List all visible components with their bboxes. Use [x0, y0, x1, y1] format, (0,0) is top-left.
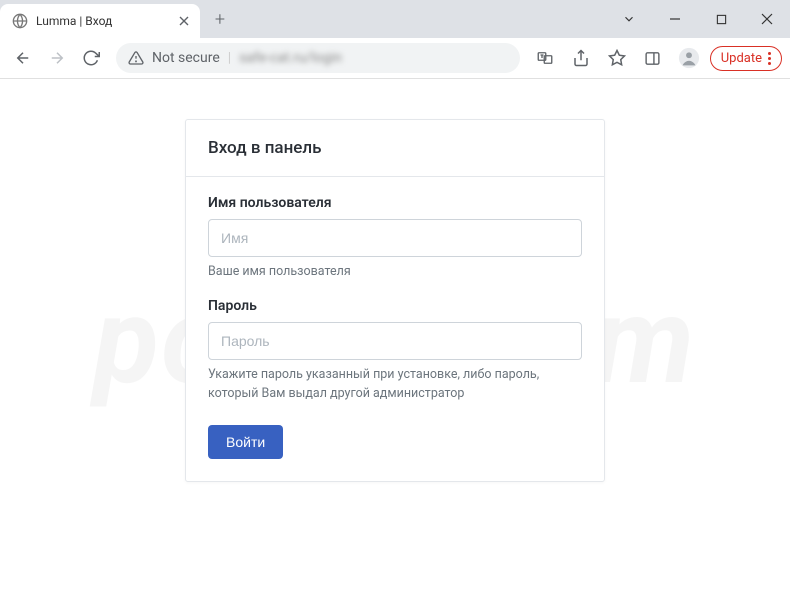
divider: | [228, 50, 231, 66]
address-bar[interactable]: Not secure | safe-cat.ru/login [116, 43, 520, 73]
tab-bar: Lumma | Вход + [0, 0, 790, 38]
toolbar: Not secure | safe-cat.ru/login Update [0, 38, 790, 78]
profile-icon[interactable] [674, 43, 704, 73]
translate-icon[interactable] [530, 43, 560, 73]
forward-button[interactable] [42, 43, 72, 73]
toolbar-right: Update [530, 43, 782, 73]
star-icon[interactable] [602, 43, 632, 73]
new-tab-button[interactable]: + [206, 5, 234, 33]
browser-chrome: Lumma | Вход + [0, 0, 790, 79]
globe-icon [12, 13, 28, 29]
username-group: Имя пользователя Ваше имя пользователя [208, 195, 582, 282]
username-help: Ваше имя пользователя [208, 263, 582, 282]
password-label: Пароль [208, 298, 582, 314]
login-card: Вход в панель Имя пользователя Ваше имя … [185, 119, 605, 482]
username-input[interactable] [208, 219, 582, 257]
browser-tab[interactable]: Lumma | Вход [0, 4, 200, 38]
close-window-button[interactable] [744, 0, 790, 38]
password-input[interactable] [208, 322, 582, 360]
url-text: safe-cat.ru/login [239, 50, 342, 66]
password-group: Пароль Укажите пароль указанный при уста… [208, 298, 582, 404]
side-panel-icon[interactable] [638, 43, 668, 73]
menu-dots-icon [768, 52, 771, 65]
update-label: Update [721, 51, 762, 66]
username-label: Имя пользователя [208, 195, 582, 211]
share-icon[interactable] [566, 43, 596, 73]
update-button[interactable]: Update [710, 46, 782, 71]
not-secure-label: Not secure [152, 50, 220, 66]
chevron-down-icon[interactable] [606, 0, 652, 38]
close-icon[interactable] [176, 13, 192, 29]
password-help: Укажите пароль указанный при установке, … [208, 366, 582, 404]
tab-title: Lumma | Вход [36, 14, 168, 28]
page-content: pcrisk.com Вход в панель Имя пользовател… [0, 79, 790, 605]
card-body: Имя пользователя Ваше имя пользователя П… [186, 177, 604, 481]
submit-button[interactable]: Войти [208, 425, 283, 459]
card-title: Вход в панель [186, 120, 604, 177]
minimize-button[interactable] [652, 0, 698, 38]
warning-icon [128, 50, 144, 66]
reload-button[interactable] [76, 43, 106, 73]
window-controls [606, 0, 790, 38]
back-button[interactable] [8, 43, 38, 73]
maximize-button[interactable] [698, 0, 744, 38]
